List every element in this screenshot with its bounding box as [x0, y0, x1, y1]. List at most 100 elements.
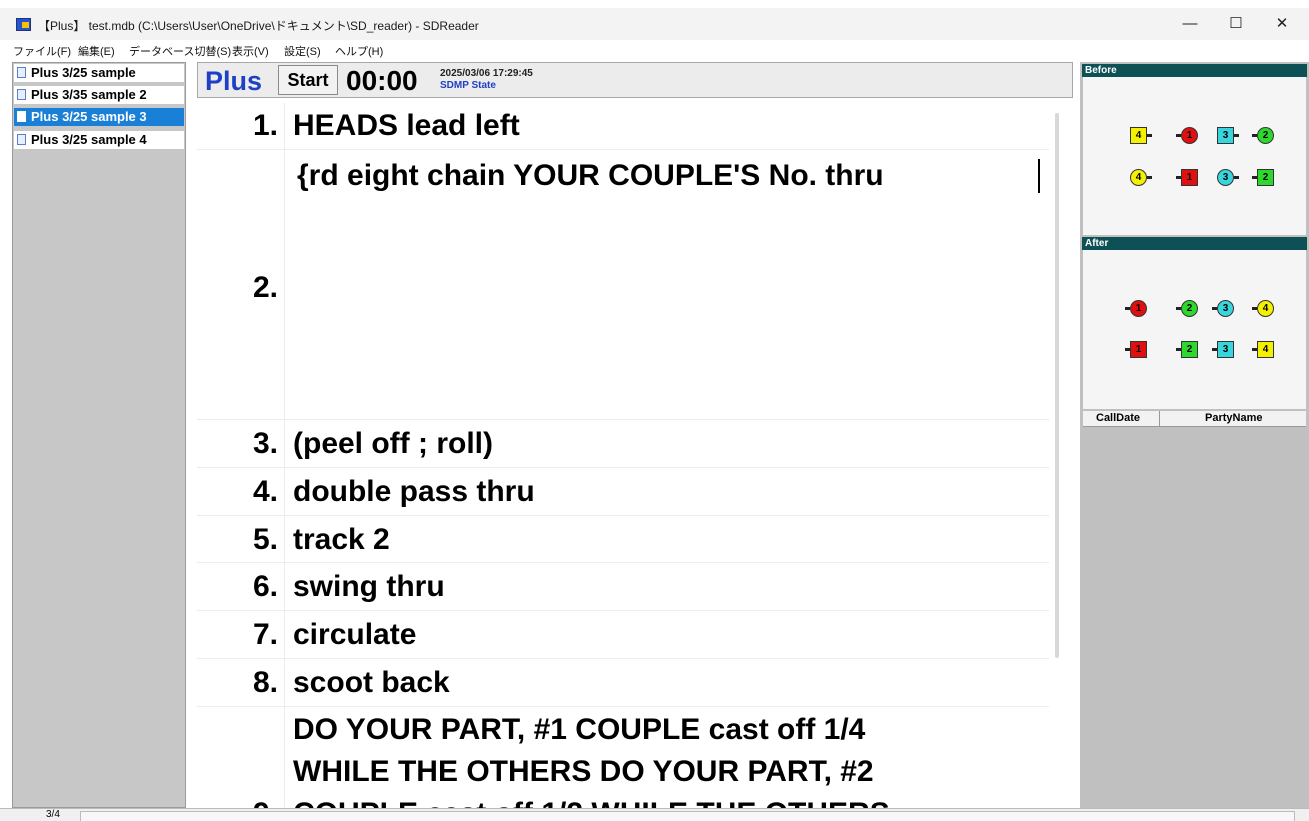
dancer-facing-marker — [1176, 307, 1181, 310]
dancer-circle-3: 3 — [1217, 169, 1234, 186]
dancer-facing-marker — [1252, 348, 1257, 351]
dancer-circle-3: 3 — [1217, 300, 1234, 317]
formation-panel: Before 4 1 3 2 4 1 3 2 After 1 2 3 4 1 2 3 4 CallDate … — [1080, 62, 1309, 808]
call-text[interactable]: WHILE THE OTHERS DO YOUR PART, #2 — [293, 755, 874, 789]
minimize-button[interactable]: — — [1167, 8, 1213, 40]
page-indicator: 3/4 — [46, 809, 60, 820]
sdmp-state-label: SDMP State — [440, 80, 496, 91]
call-text[interactable]: (peel off ; roll) — [293, 427, 493, 461]
document-icon — [17, 111, 26, 122]
call-row[interactable]: 9. DO YOUR PART, #1 COUPLE cast off 1/4 … — [197, 707, 1049, 808]
dancer-facing-marker — [1176, 176, 1181, 179]
call-text[interactable]: DO YOUR PART, #1 COUPLE cast off 1/4 — [293, 713, 865, 747]
document-icon — [17, 134, 26, 145]
document-icon — [17, 67, 26, 78]
sequence-label: Plus 3/25 sample 3 — [31, 109, 147, 124]
dancer-circle-2: 2 — [1181, 300, 1198, 317]
scrollbar[interactable] — [1055, 113, 1059, 658]
dancer-facing-marker — [1147, 176, 1152, 179]
before-header: Before — [1082, 64, 1307, 77]
dancer-facing-marker — [1176, 348, 1181, 351]
sequence-label: Plus 3/35 sample 2 — [31, 87, 147, 102]
menu-settings[interactable]: 設定(S) — [284, 43, 321, 59]
call-number: 8. — [252, 666, 278, 699]
dancer-facing-marker — [1234, 176, 1239, 179]
sequence-item[interactable]: Plus 3/25 sample — [14, 64, 184, 82]
call-row[interactable]: 1. HEADS lead left — [197, 103, 1049, 150]
text-caret — [1038, 159, 1040, 193]
title-bar: 【Plus】 test.mdb (C:\Users\User\OneDrive\… — [0, 8, 1309, 40]
close-button[interactable]: ✕ — [1259, 8, 1305, 40]
status-field — [80, 811, 1295, 821]
datetime-label: 2025/03/06 17:29:45 — [440, 68, 533, 79]
header-strip: Plus Start 00:00 2025/03/06 17:29:45 SDM… — [197, 62, 1073, 98]
call-row[interactable]: 8. scoot back — [197, 659, 1049, 707]
window-title: 【Plus】 test.mdb (C:\Users\User\OneDrive\… — [38, 19, 479, 33]
dancer-facing-marker — [1252, 134, 1257, 137]
call-row[interactable]: 5. track 2 — [197, 516, 1049, 563]
call-number: 3. — [252, 427, 278, 460]
call-row[interactable]: 2. {rd eight chain YOUR COUPLE'S No. thr… — [197, 150, 1049, 420]
sequence-label: Plus 3/25 sample — [31, 65, 136, 80]
call-row[interactable]: 4. double pass thru — [197, 468, 1049, 516]
after-header: After — [1082, 237, 1307, 250]
dancer-square-4: 4 — [1257, 341, 1274, 358]
call-edit-field[interactable]: {rd eight chain YOUR COUPLE'S No. thru — [297, 159, 884, 193]
sequence-item[interactable]: Plus 3/25 sample 4 — [14, 131, 184, 149]
call-text[interactable]: double pass thru — [293, 475, 535, 509]
dancer-facing-marker — [1212, 307, 1217, 310]
app-icon — [16, 18, 31, 31]
maximize-button[interactable]: ☐ — [1213, 8, 1259, 40]
partyname-column-header[interactable]: PartyName — [1205, 412, 1262, 424]
dancer-square-2: 2 — [1257, 169, 1274, 186]
dancer-facing-marker — [1125, 307, 1130, 310]
call-number: 1. — [252, 109, 278, 142]
dancer-square-4: 4 — [1130, 127, 1147, 144]
menu-help[interactable]: ヘルプ(H) — [335, 43, 383, 59]
dancer-circle-4: 4 — [1130, 169, 1147, 186]
dancer-facing-marker — [1125, 348, 1130, 351]
dancer-facing-marker — [1252, 176, 1257, 179]
menu-edit[interactable]: 編集(E) — [78, 43, 115, 59]
menu-view[interactable]: 表示(V) — [232, 43, 269, 59]
call-text[interactable]: COUPLE cast off 1/2 WHILE THE OTHERS — [293, 797, 890, 808]
call-text[interactable]: scoot back — [293, 666, 450, 700]
dancer-square-3: 3 — [1217, 341, 1234, 358]
dancer-square-3: 3 — [1217, 127, 1234, 144]
call-number: 5. — [252, 523, 278, 556]
call-text[interactable]: swing thru — [293, 570, 445, 604]
sequence-item-selected[interactable]: Plus 3/25 sample 3 — [14, 108, 184, 126]
sequence-item[interactable]: Plus 3/35 sample 2 — [14, 86, 184, 104]
menu-database-switch[interactable]: データベース切替(S) — [129, 43, 231, 59]
dancer-square-1: 1 — [1130, 341, 1147, 358]
call-number: 7. — [252, 618, 278, 651]
document-icon — [17, 89, 26, 100]
dancer-facing-marker — [1176, 134, 1181, 137]
call-row[interactable]: 3. (peel off ; roll) — [197, 420, 1049, 468]
dancer-circle-4: 4 — [1257, 300, 1274, 317]
sequence-label: Plus 3/25 sample 4 — [31, 132, 147, 147]
dancer-facing-marker — [1252, 307, 1257, 310]
call-number: 9. — [253, 797, 278, 808]
history-table-header: CallDate PartyName — [1083, 411, 1306, 427]
call-number: 2. — [252, 271, 278, 304]
call-list[interactable]: 1. HEADS lead left 2. {rd eight chain YO… — [197, 103, 1063, 808]
dancer-square-2: 2 — [1181, 341, 1198, 358]
dancer-circle-2: 2 — [1257, 127, 1274, 144]
menu-file[interactable]: ファイル(F) — [13, 43, 71, 59]
dancer-facing-marker — [1234, 134, 1239, 137]
menu-bar: ファイル(F) 編集(E) データベース切替(S) 表示(V) 設定(S) ヘル… — [0, 40, 1309, 60]
after-formation: 1 2 3 4 1 2 3 4 — [1083, 250, 1306, 409]
dancer-square-1: 1 — [1181, 169, 1198, 186]
call-row[interactable]: 6. swing thru — [197, 563, 1049, 611]
call-number: 6. — [252, 570, 278, 603]
call-row[interactable]: 7. circulate — [197, 611, 1049, 659]
level-label: Plus — [205, 66, 263, 96]
call-text[interactable]: HEADS lead left — [293, 109, 520, 143]
call-number: 4. — [252, 475, 278, 508]
calldate-column-header[interactable]: CallDate — [1096, 412, 1140, 424]
dancer-circle-1: 1 — [1130, 300, 1147, 317]
call-text[interactable]: track 2 — [293, 523, 390, 557]
start-button[interactable]: Start — [278, 65, 338, 95]
call-text[interactable]: circulate — [293, 618, 416, 652]
